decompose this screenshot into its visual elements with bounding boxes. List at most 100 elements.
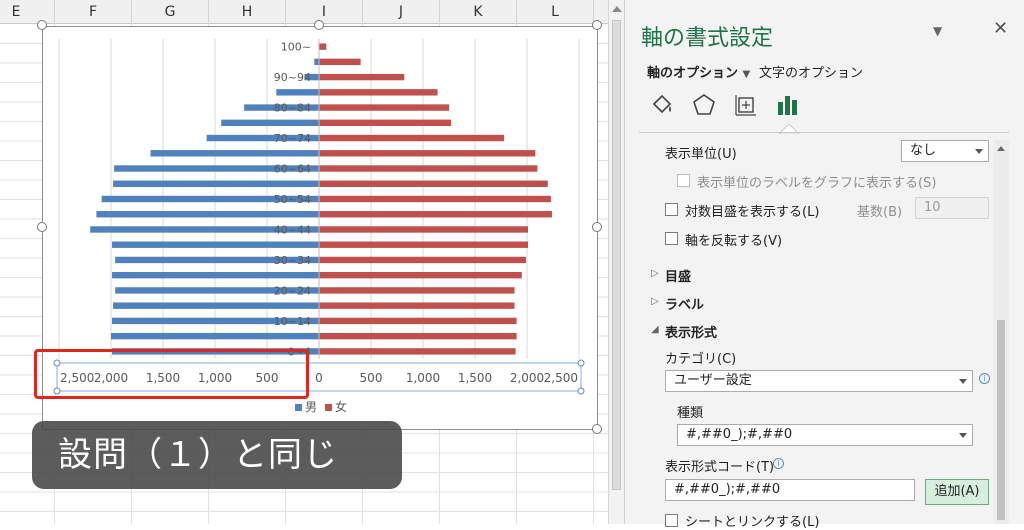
chart-resize-handle[interactable] [37, 20, 47, 30]
sheet-vertical-scrollbar[interactable] [608, 0, 624, 524]
bar-female-50~54[interactable] [319, 195, 551, 203]
scroll-thumb[interactable] [997, 320, 1005, 520]
bar-female-100~[interactable] [319, 43, 327, 50]
expand-arrow-icon[interactable]: ▷ [651, 296, 659, 307]
bar-male-5~9[interactable] [111, 332, 319, 340]
bar-female-55~59[interactable] [319, 180, 548, 187]
column-header-H[interactable]: H [209, 0, 286, 24]
bar-male-85~89[interactable] [276, 89, 319, 96]
bar-female-40~44[interactable] [319, 226, 529, 233]
log-scale-checkbox[interactable] [665, 203, 678, 216]
column-header-I[interactable]: I [286, 0, 363, 24]
bar-female-65~69[interactable] [319, 150, 536, 157]
caption-overlay: 設問（１）と同じ [32, 421, 402, 489]
bar-male-75~79[interactable] [221, 119, 319, 127]
column-header-G[interactable]: G [132, 0, 209, 24]
bar-male-15~19[interactable] [113, 302, 319, 309]
bar-female-20~24[interactable] [319, 287, 515, 294]
bar-female-15~19[interactable] [319, 302, 515, 309]
legend-swatch [295, 404, 302, 411]
spreadsheet-area: EFGHIJKL 0~4 10~14 20~24 30~34 40~44 50~54 60~… [0, 0, 608, 524]
fill-line-icon[interactable] [649, 92, 675, 118]
bar-female-25~29[interactable] [319, 271, 522, 279]
section-number-format[interactable]: 表示形式 [665, 322, 717, 341]
value-tick-label: 2,000 [510, 371, 544, 385]
column-header-L[interactable]: L [517, 0, 594, 24]
bar-male-95~99[interactable] [314, 58, 319, 66]
bar-female-10~14[interactable] [319, 317, 517, 325]
base-input[interactable]: 10 [915, 197, 989, 219]
add-button[interactable]: 追加(A) [925, 479, 989, 505]
chart-resize-handle[interactable] [37, 222, 47, 232]
bar-female-0~4[interactable] [319, 348, 516, 355]
bar-female-85~89[interactable] [319, 89, 438, 96]
tab-text-options[interactable]: 文字のオプション [759, 62, 863, 81]
bar-female-90~94[interactable] [319, 73, 405, 81]
expand-arrow-icon[interactable]: ▷ [651, 268, 659, 279]
format-code-input[interactable]: #,##0_);#,##0 [665, 479, 915, 501]
show-unit-label-text: 表示単位のラベルをグラフに表示する(S) [697, 176, 937, 191]
category-tick-label: 70~74 [274, 132, 311, 145]
type-value: #,##0_);#,##0 [686, 427, 793, 442]
bar-female-35~39[interactable] [319, 241, 529, 248]
chart-resize-handle[interactable] [592, 20, 602, 30]
category-tick-label: 50~54 [274, 193, 311, 206]
axis-options-chart-icon[interactable] [775, 92, 801, 118]
base-label: 基数(B) [857, 205, 903, 220]
info-icon[interactable]: i [773, 458, 784, 469]
bar-female-70~74[interactable] [319, 134, 505, 142]
bar-female-75~79[interactable] [319, 119, 452, 127]
pane-scrollbar[interactable] [993, 140, 1009, 524]
category-tick-label: 30~34 [274, 254, 311, 267]
category-tick-label: 20~24 [274, 284, 311, 297]
column-header-K[interactable]: K [440, 0, 517, 24]
axis-selection-handle[interactable] [577, 359, 585, 367]
bar-female-45~49[interactable] [319, 211, 552, 218]
bar-female-95~99[interactable] [319, 58, 361, 66]
size-properties-icon[interactable] [733, 92, 759, 118]
column-header-F[interactable]: F [55, 0, 132, 24]
chart-resize-handle[interactable] [592, 222, 602, 232]
section-ticks[interactable]: 目盛 [665, 266, 691, 285]
category-tick-label: 60~64 [274, 163, 311, 176]
show-unit-label-checkbox[interactable] [677, 174, 690, 187]
link-to-sheet-checkbox[interactable] [665, 514, 678, 527]
bar-male-35~39[interactable] [112, 241, 319, 248]
bar-female-5~9[interactable] [319, 332, 517, 340]
chart-resize-handle[interactable] [592, 424, 602, 434]
column-header-E[interactable]: E [0, 0, 55, 24]
tab-axis-options[interactable]: 軸のオプション ▼ [647, 62, 750, 81]
effects-pentagon-icon[interactable] [691, 92, 717, 118]
category-tick-label: 90~94 [274, 71, 311, 84]
info-icon[interactable]: i [979, 373, 990, 384]
bar-female-30~34[interactable] [319, 256, 526, 264]
tab-separator [639, 132, 1009, 133]
value-tick-label: 1,500 [458, 371, 492, 385]
category-dropdown[interactable]: ユーザー設定 [665, 370, 973, 392]
scroll-thumb[interactable] [612, 20, 621, 490]
display-unit-dropdown[interactable]: なし [901, 140, 989, 162]
axis-selection-handle[interactable] [577, 387, 585, 395]
type-dropdown[interactable]: #,##0_);#,##0 [677, 424, 973, 446]
section-labels[interactable]: ラベル [665, 294, 704, 313]
category-tick-label: 100~ [281, 41, 311, 54]
collapse-arrow-icon[interactable]: ◢ [651, 324, 659, 335]
log-scale-label: 対数目盛を表示する(L) [685, 205, 820, 220]
bar-male-45~49[interactable] [96, 211, 319, 218]
chart-resize-handle[interactable] [314, 20, 324, 30]
category-tick-label: 80~84 [274, 102, 311, 115]
scroll-up-icon[interactable] [612, 6, 622, 12]
bar-male-55~59[interactable] [113, 180, 319, 187]
bar-male-65~69[interactable] [150, 150, 319, 157]
chevron-down-icon[interactable]: ▼ [933, 24, 942, 38]
column-header-J[interactable]: J [363, 0, 440, 24]
bar-female-60~64[interactable] [319, 165, 538, 172]
reverse-axis-checkbox[interactable] [665, 232, 678, 245]
close-icon[interactable]: ✕ [993, 18, 1008, 39]
display-unit-value: なし [910, 143, 937, 158]
bar-female-80~84[interactable] [319, 104, 449, 111]
legend-label: 女 [335, 399, 347, 414]
category-tick-label: 40~44 [274, 223, 311, 236]
scroll-up-icon[interactable] [997, 146, 1005, 151]
bar-male-25~29[interactable] [112, 271, 319, 279]
